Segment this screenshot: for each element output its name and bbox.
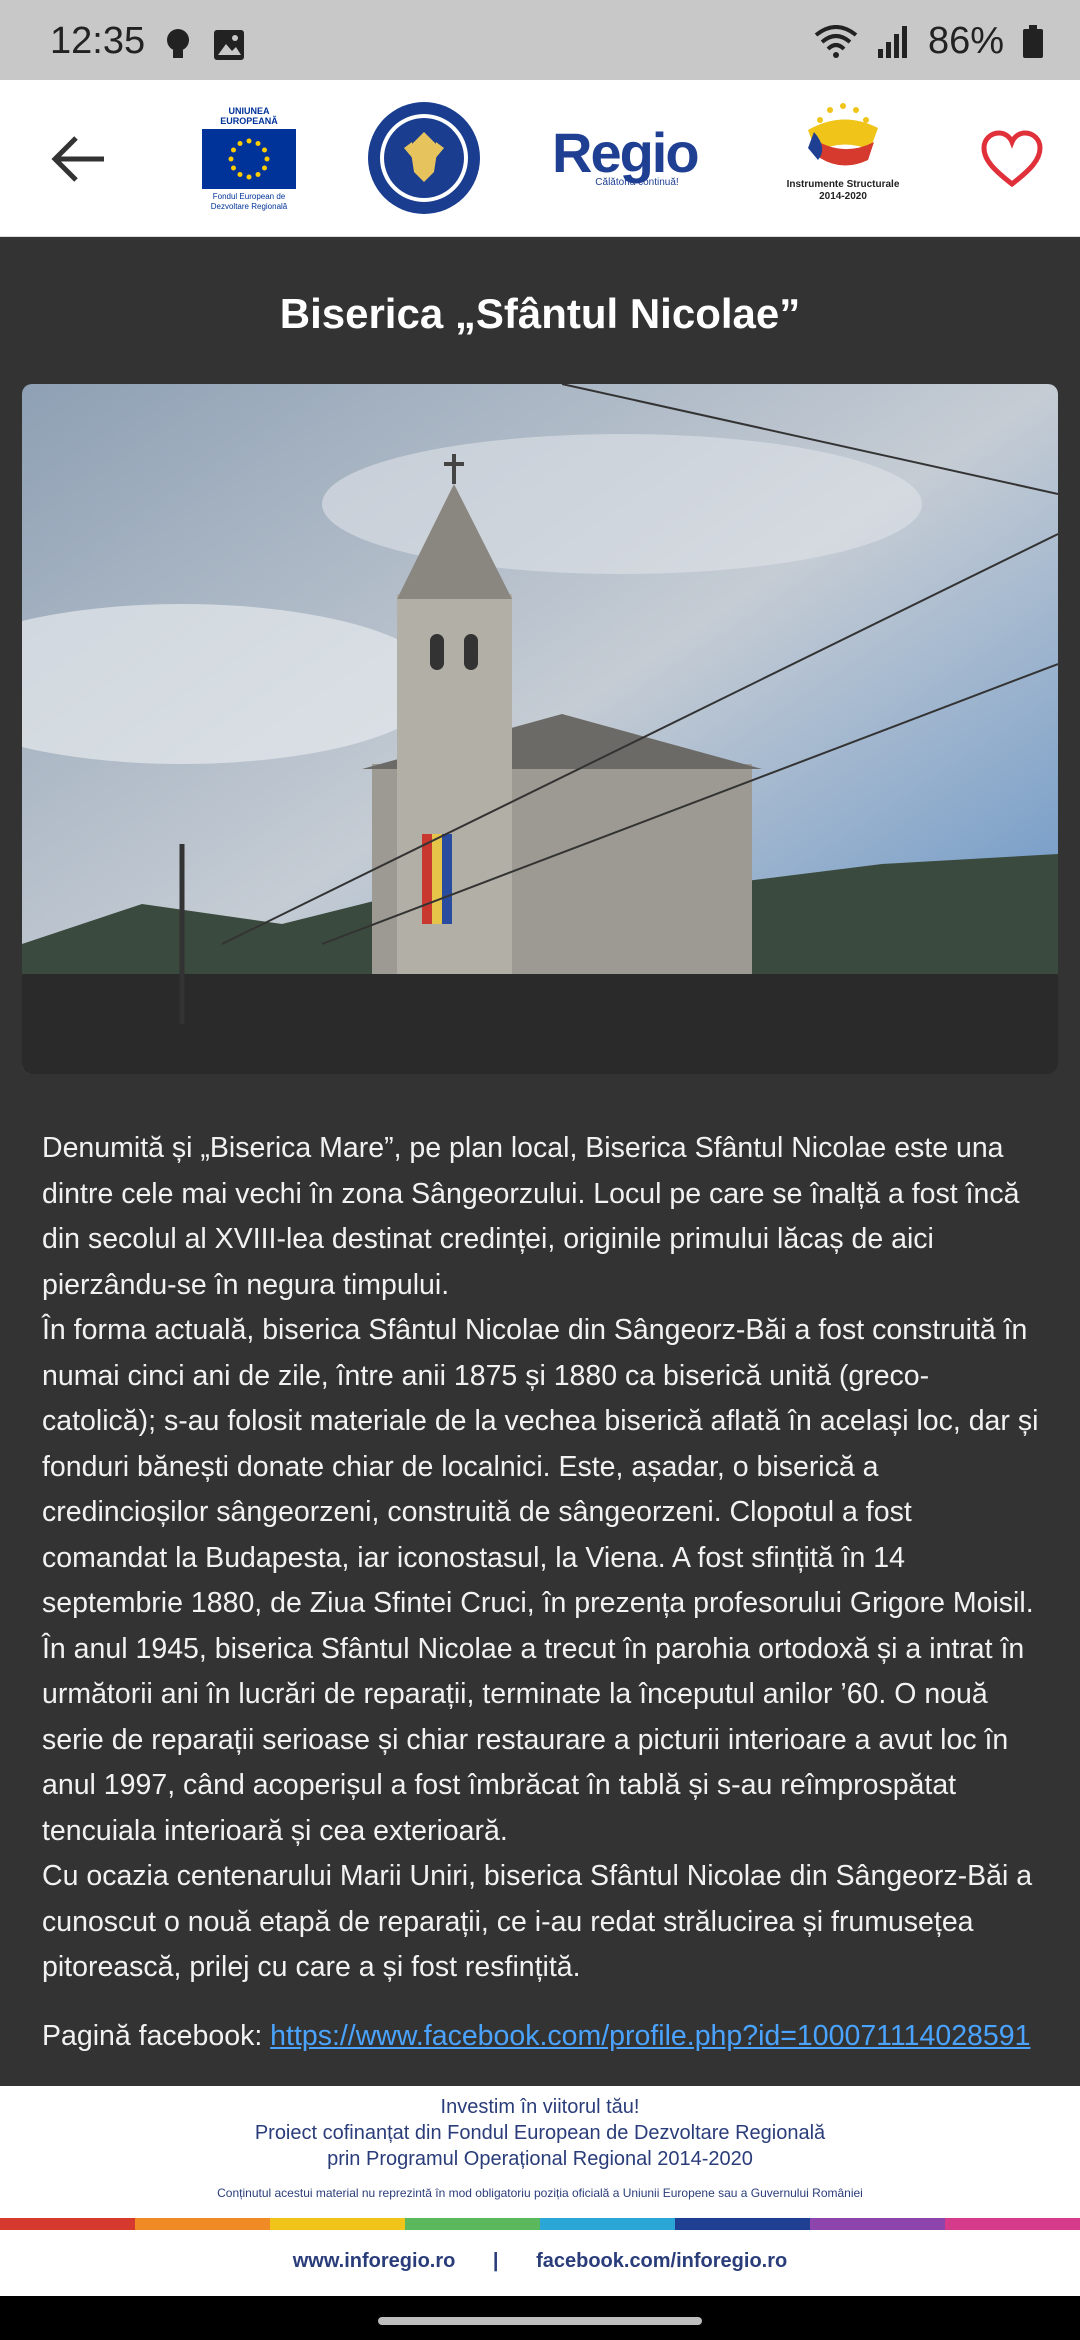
back-arrow-icon[interactable] (50, 134, 110, 184)
article-paragraph: În anul 1945, biserica Sfântul Nicolae a… (42, 1632, 1025, 1847)
notification-icons (165, 28, 245, 62)
page-title: Biserica „Sfântul Nicolae” (279, 290, 801, 337)
footer-separator: | (492, 2250, 499, 2272)
wifi-icon (814, 24, 858, 58)
footer-line: Proiect cofinanțat din Fondul European d… (254, 2122, 826, 2144)
home-gesture-handle[interactable] (378, 2317, 702, 2325)
footer-links: www.inforegio.ro | facebook.com/inforegi… (0, 2250, 1080, 2273)
facebook-label: Pagină facebook: (42, 2020, 271, 2052)
heart-icon[interactable] (980, 130, 1044, 188)
church-photo (22, 384, 1058, 1074)
eu-flag-icon (202, 129, 296, 189)
structural-instruments-logo: Instrumente Structurale 2014-2020 (776, 100, 910, 203)
battery-percent: 86% (927, 20, 1004, 62)
footer-link-facebook[interactable]: facebook.com/inforegio.ro (536, 2250, 787, 2272)
battery-icon (1023, 24, 1043, 58)
footer-slogan: Investim în viitorul tău! (440, 2096, 640, 2118)
article-body: Denumită și „Biserica Mare”, pe plan loc… (42, 1126, 1042, 1991)
regio-logo: Regio Călătoria continuă! (552, 121, 700, 188)
article-paragraph: Denumită și „Biserica Mare”, pe plan loc… (42, 1132, 1020, 1301)
facebook-line: Pagină facebook: https://www.facebook.co… (42, 2014, 1042, 2084)
article-paragraph: Cu ocazia centenarului Marii Uniri, bise… (42, 1860, 1033, 1983)
footer-disclaimer: Conținutul acestui material nu reprezint… (217, 2186, 863, 2200)
footer-line: prin Programul Operațional Regional 2014… (327, 2148, 753, 2170)
signal-icon (877, 25, 907, 58)
funding-footer: Investim în viitorul tău! Proiect cofina… (0, 2086, 1080, 2296)
image-icon (214, 30, 244, 60)
bulb-icon (167, 29, 189, 58)
government-seal-icon (368, 102, 480, 214)
structural-instruments-icon (808, 103, 878, 166)
rainbow-stripe (0, 2218, 1080, 2230)
facebook-link[interactable]: https://www.facebook.com/profile.php?id=… (270, 2020, 1030, 2052)
status-bar: 12:35 86% (0, 0, 1080, 80)
eu-logo: UNIUNEA EUROPEANĂ Fondul European de Dez… (200, 106, 298, 212)
article-paragraph: În forma actuală, biserica Sfântul Nicol… (42, 1314, 1039, 1619)
app-header: UNIUNEA EUROPEANĂ Fondul European de Dez… (0, 80, 1080, 237)
footer-link-website[interactable]: www.inforegio.ro (293, 2250, 456, 2272)
status-time: 12:35 (50, 20, 146, 62)
